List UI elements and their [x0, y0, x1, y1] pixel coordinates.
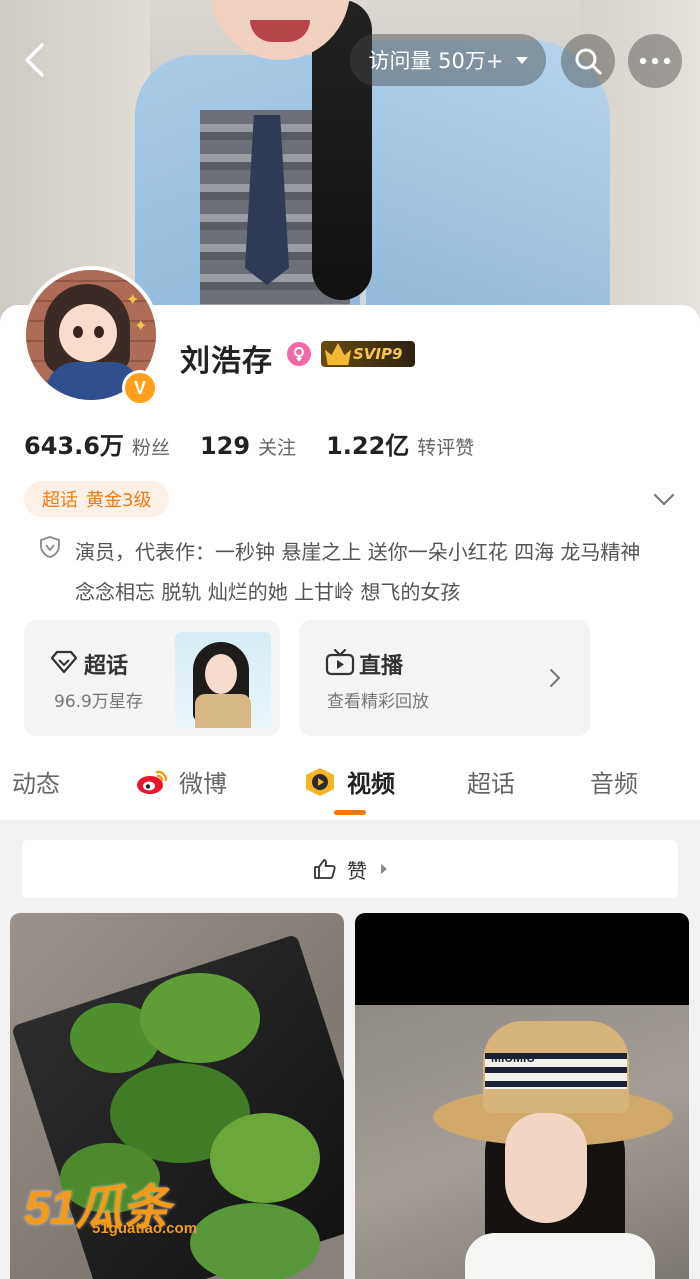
search-button[interactable]	[561, 34, 615, 88]
following-label: 关注	[258, 437, 297, 459]
likes-filter[interactable]: 赞	[22, 840, 678, 898]
video-icon	[306, 767, 334, 796]
supertopic-title: 超话	[84, 654, 129, 679]
weibo-icon	[137, 770, 168, 794]
back-icon	[25, 43, 44, 77]
caret-down-icon	[515, 56, 528, 64]
tab-video[interactable]: 视频	[303, 764, 395, 799]
shield-icon	[40, 536, 60, 558]
tab-label: 视频	[347, 770, 395, 798]
tab-label: 音频	[590, 770, 638, 798]
profile-name: 刘浩存	[180, 344, 273, 379]
crown-icon	[325, 343, 351, 365]
svip-badge[interactable]: SVIP9	[321, 341, 415, 367]
verified-badge: V	[122, 370, 158, 406]
female-gender-icon	[287, 342, 311, 366]
caret-right-icon	[381, 864, 387, 874]
tab-audio[interactable]: 音频	[590, 764, 638, 799]
visits-button[interactable]: 访问量 50万+	[350, 34, 546, 86]
tv-icon	[325, 648, 355, 676]
profile-bio: 演员，代表作：一秒钟 悬崖之上 送你一朵小红花 四海 龙马精神 念念相忘 脱轨 …	[75, 540, 641, 604]
more-icon	[639, 57, 671, 65]
stat-engagement[interactable]: 1.22亿 转评赞	[326, 426, 474, 461]
tab-label: 微博	[179, 770, 227, 798]
chevron-down-icon[interactable]	[652, 487, 676, 511]
thumbs-up-icon	[314, 859, 336, 879]
engagement-label: 转评赞	[417, 437, 475, 459]
tab-weibo[interactable]: 微博	[135, 764, 227, 799]
engagement-count: 1.22亿	[326, 432, 410, 460]
svip-label: SVIP9	[353, 345, 403, 363]
more-button[interactable]	[628, 34, 682, 88]
tab-supertopic[interactable]: 超话	[467, 764, 515, 799]
live-title: 直播	[359, 654, 404, 679]
stat-following[interactable]: 129 关注	[200, 432, 296, 460]
tag-prefix: 超话	[42, 490, 78, 511]
hat-brand-text: MIUMIU	[491, 1051, 535, 1065]
likes-label: 赞	[347, 858, 367, 883]
tab-dynamics[interactable]: 动态	[12, 764, 60, 799]
live-sub: 查看精彩回放	[327, 692, 429, 712]
stat-followers[interactable]: 643.6万 粉丝	[24, 426, 170, 461]
diamond-icon	[50, 650, 78, 674]
supertopic-sub: 96.9万星存	[54, 692, 143, 712]
search-icon	[575, 48, 602, 75]
followers-count: 643.6万	[24, 432, 124, 460]
visits-label: 访问量 50万+	[368, 49, 504, 73]
active-tab-indicator	[334, 810, 366, 815]
following-count: 129	[199, 432, 251, 460]
supertopic-level-tag[interactable]: 超话 黄金3级	[24, 481, 170, 517]
video-card[interactable]: 51瓜条 51guatiao.com	[10, 913, 344, 1279]
tab-label: 动态	[12, 770, 60, 798]
tag-level: 黄金3级	[86, 490, 152, 511]
profile-stats: 643.6万 粉丝 129 关注 1.22亿 转评赞	[24, 426, 504, 461]
profile-tabs: 动态 微博 视频 超话 音频	[0, 748, 700, 820]
supertopic-thumbnail	[175, 632, 271, 728]
followers-label: 粉丝	[131, 437, 170, 459]
live-tile[interactable]: 直播 查看精彩回放	[299, 620, 590, 736]
chevron-right-icon	[550, 669, 561, 687]
watermark-url: 51guatiao.com	[92, 1220, 198, 1237]
tab-label: 超话	[467, 770, 515, 798]
back-button[interactable]	[14, 38, 54, 82]
video-card[interactable]: MIUMIU	[355, 913, 689, 1279]
